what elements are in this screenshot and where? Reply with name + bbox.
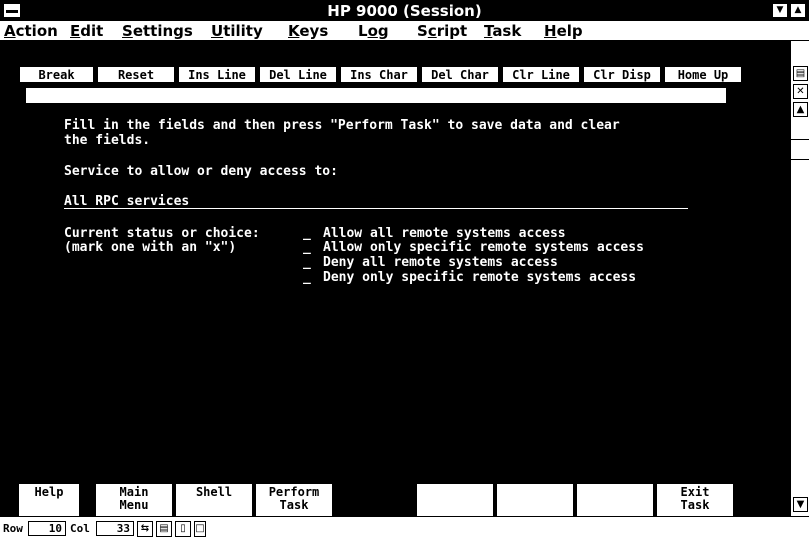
title-bar: HP 9000 (Session) ▼ ▲ bbox=[0, 0, 809, 21]
blank-fkey-7[interactable] bbox=[577, 484, 653, 516]
choice-deny-all: Deny all remote systems access bbox=[323, 255, 558, 270]
app-name: SAM bbox=[28, 102, 50, 116]
choice-allow-all: Allow all remote systems access bbox=[323, 226, 566, 241]
document-icon[interactable]: ▯ bbox=[175, 521, 191, 537]
ins-char-key-button[interactable]: Ins Char bbox=[340, 66, 418, 83]
row-label: Row bbox=[3, 522, 23, 535]
ins-line-key-button[interactable]: Ins Line bbox=[178, 66, 256, 83]
menu-action[interactable]: Action bbox=[4, 22, 58, 40]
print-icon[interactable]: ▤ bbox=[156, 521, 172, 537]
choice-marker[interactable]: _ bbox=[303, 240, 311, 255]
instructions-line-1: Fill in the fields and then press "Perfo… bbox=[64, 118, 620, 133]
choice-deny-specific: Deny only specific remote systems access bbox=[323, 270, 637, 285]
choice-marker[interactable]: _ bbox=[303, 226, 311, 241]
home-up-key-button[interactable]: Home Up bbox=[664, 66, 742, 83]
menu-help[interactable]: Help bbox=[544, 22, 583, 40]
shell-fkey-button[interactable]: Shell bbox=[176, 484, 252, 516]
blank-fkey-6[interactable] bbox=[497, 484, 573, 516]
scroll-up-icon[interactable]: ▲ bbox=[793, 102, 808, 117]
menu-keys[interactable]: Keys bbox=[288, 22, 328, 40]
menu-task[interactable]: Task bbox=[484, 22, 521, 40]
col-label: Col bbox=[70, 522, 90, 535]
service-field-underline bbox=[64, 208, 688, 209]
status-hint: (mark one with an "x") bbox=[64, 240, 237, 255]
main-menu-fkey-button[interactable]: Main Menu bbox=[96, 484, 172, 516]
row-value: 10 bbox=[28, 521, 66, 536]
col-value: 33 bbox=[96, 521, 134, 536]
help-fkey-button[interactable]: Help bbox=[19, 484, 79, 516]
close-icon[interactable]: ✕ bbox=[793, 84, 808, 99]
choice-marker[interactable]: _ bbox=[303, 270, 311, 285]
del-char-key-button[interactable]: Del Char bbox=[421, 66, 499, 83]
scroll-thumb[interactable] bbox=[791, 139, 809, 140]
service-field[interactable]: All RPC services bbox=[64, 194, 189, 209]
blank-fkey-5[interactable] bbox=[417, 484, 493, 516]
scroll-down-icon[interactable]: ▼ bbox=[793, 497, 808, 512]
perform-task-fkey-button[interactable]: Perform Task bbox=[256, 484, 332, 516]
break-key-button[interactable]: Break bbox=[19, 66, 94, 83]
menu-settings[interactable]: Settings bbox=[122, 22, 193, 40]
maximize-icon[interactable]: ▲ bbox=[790, 3, 806, 18]
vertical-scrollbar[interactable]: ▤ ✕ ▲ ▼ bbox=[790, 41, 809, 516]
instructions-line-2: the fields. bbox=[64, 133, 151, 148]
status-label: Current status or choice: bbox=[64, 226, 260, 241]
exit-task-fkey-button[interactable]: Exit Task bbox=[657, 484, 733, 516]
reset-key-button[interactable]: Reset bbox=[97, 66, 175, 83]
status-bar: Row 10 Col 33 ⇆ ▤ ▯ □ bbox=[0, 516, 809, 541]
menu-log[interactable]: Log bbox=[358, 22, 389, 40]
service-prompt: Service to allow or deny access to: bbox=[64, 164, 338, 179]
transfer-icon[interactable]: ⇆ bbox=[137, 521, 153, 537]
del-line-key-button[interactable]: Del Line bbox=[259, 66, 337, 83]
minimize-icon[interactable]: ▼ bbox=[772, 3, 788, 18]
window-title: HP 9000 (Session) bbox=[327, 2, 482, 20]
menu-utility[interactable]: Utility bbox=[211, 22, 263, 40]
menu-script[interactable]: Script bbox=[417, 22, 467, 40]
display-menu-icon[interactable]: ▤ bbox=[793, 66, 808, 81]
screen-header: SAM View/Modify RPC (Remote Procedure Ca… bbox=[26, 88, 726, 130]
stop-icon[interactable]: □ bbox=[194, 521, 206, 537]
choice-marker[interactable]: _ bbox=[303, 255, 311, 270]
clr-disp-key-button[interactable]: Clr Disp bbox=[583, 66, 661, 83]
choice-allow-specific: Allow only specific remote systems acces… bbox=[323, 240, 644, 255]
clr-line-key-button[interactable]: Clr Line bbox=[502, 66, 580, 83]
scroll-track-divider bbox=[791, 159, 809, 160]
menu-edit[interactable]: Edit bbox=[70, 22, 103, 40]
menu-bar: Action Edit Settings Utility Keys Log Sc… bbox=[0, 21, 809, 41]
